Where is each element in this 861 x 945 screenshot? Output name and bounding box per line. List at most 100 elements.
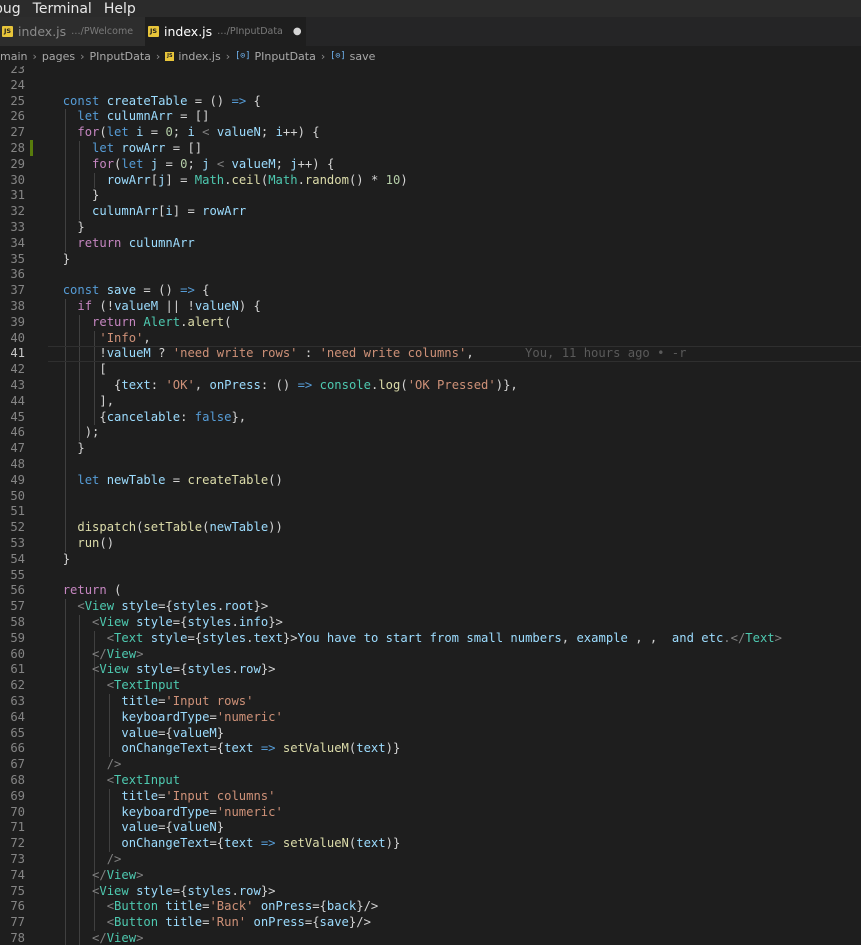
code-text: const createTable = () => { (62, 93, 261, 108)
line-number: 37 (10, 283, 25, 298)
unsaved-dot-icon[interactable]: ● (293, 26, 302, 37)
code-line-55[interactable]: 55 (0, 568, 861, 584)
code-line-76[interactable]: 76 <Button title='Back' onPress={back}/> (0, 899, 861, 915)
breadcrumb-pinputdata-folder[interactable]: PInputData (90, 50, 151, 63)
tab-index-pinputdata[interactable]: JS index.js …/PInputData ● (146, 17, 306, 46)
code-line-52[interactable]: 52 dispatch(setTable(newTable)) (0, 520, 861, 536)
code-line-70[interactable]: 70 keyboardType='numeric' (0, 805, 861, 821)
code-line-37[interactable]: 37 const save = () => { (0, 283, 861, 299)
line-number: 60 (10, 646, 25, 661)
code-text: </View> (92, 646, 144, 661)
code-line-41[interactable]: 41 !valueM ? 'need write rows' : 'need w… (0, 346, 861, 363)
line-number: 27 (10, 125, 25, 140)
code-text: 'Info', (99, 330, 151, 345)
tab-index-pwelcome[interactable]: JS index.js …/PWelcome (0, 17, 146, 46)
code-line-77[interactable]: 77 <Button title='Run' onPress={save}/> (0, 915, 861, 931)
code-text: } (92, 188, 100, 203)
code-line-39[interactable]: 39 return Alert.alert( (0, 315, 861, 331)
code-text: if (!valueM || !valueN) { (77, 299, 261, 313)
tab-path: …/PInputData (217, 26, 283, 37)
code-text: run() (77, 536, 115, 550)
line-number: 66 (10, 741, 25, 756)
code-line-27[interactable]: 27 for(let i = 0; i < valueN; i++) { (0, 125, 861, 141)
code-line-46[interactable]: 46 ); (0, 425, 861, 441)
code-line-64[interactable]: 64 keyboardType='numeric' (0, 710, 861, 726)
code-line-40[interactable]: 40 'Info', (0, 331, 861, 347)
code-line-74[interactable]: 74 </View> (0, 868, 861, 884)
code-line-63[interactable]: 63 title='Input rows' (0, 694, 861, 710)
code-text: ); (84, 425, 100, 440)
menu-debug[interactable]: bug (0, 1, 21, 17)
breadcrumb-symbol-save[interactable]: [⊙] save (330, 50, 375, 63)
line-number: 43 (10, 378, 25, 392)
code-line-71[interactable]: 71 value={valueN} (0, 820, 861, 836)
breadcrumb-main[interactable]: main (0, 50, 27, 63)
code-line-72[interactable]: 72 onChangeText={text => setValueN(text)… (0, 836, 861, 852)
code-line-29[interactable]: 29 for(let j = 0; j < valueM; j++) { (0, 157, 861, 173)
code-text: <View style={styles.row}> (92, 883, 276, 898)
code-line-53[interactable]: 53 run() (0, 536, 861, 552)
code-line-38[interactable]: 38 if (!valueM || !valueN) { (0, 299, 861, 315)
tab-path: …/PWelcome (71, 26, 134, 37)
code-line-57[interactable]: 57 <View style={styles.root}> (0, 599, 861, 615)
code-line-35[interactable]: 35 } (0, 252, 861, 268)
code-line-50[interactable]: 50 (0, 489, 861, 505)
code-line-30[interactable]: 30 rowArr[j] = Math.ceil(Math.random() *… (0, 173, 861, 189)
code-line-23[interactable]: 23 (0, 66, 861, 78)
breadcrumb-pages[interactable]: pages (42, 50, 75, 63)
line-number: 76 (10, 899, 25, 914)
code-line-66[interactable]: 66 onChangeText={text => setValueM(text)… (0, 741, 861, 757)
code-line-45[interactable]: 45 {cancelable: false}, (0, 410, 861, 426)
line-number: 35 (10, 251, 25, 266)
code-line-61[interactable]: 61 <View style={styles.row}> (0, 662, 861, 678)
code-line-73[interactable]: 73 /> (0, 852, 861, 868)
code-line-34[interactable]: 34 return culumnArr (0, 236, 861, 252)
menu-terminal[interactable]: Terminal (33, 1, 92, 17)
code-line-48[interactable]: 48 (0, 457, 861, 473)
tab-filename: index.js (164, 24, 213, 39)
code-line-65[interactable]: 65 value={valueM} (0, 726, 861, 742)
line-number: 31 (10, 188, 25, 203)
breadcrumb-file[interactable]: JS index.js (165, 50, 221, 63)
line-number: 45 (10, 409, 25, 424)
code-editor[interactable]: 23 24 25 const createTable = () => {26 let… (0, 66, 861, 945)
code-line-60[interactable]: 60 </View> (0, 647, 861, 663)
code-line-28[interactable]: 28 let rowArr = [] (0, 141, 861, 157)
menu-help[interactable]: Help (104, 1, 136, 17)
code-text: {cancelable: false}, (99, 409, 247, 424)
line-number: 75 (10, 883, 25, 898)
code-line-44[interactable]: 44 ], (0, 394, 861, 410)
code-line-75[interactable]: 75 <View style={styles.row}> (0, 884, 861, 900)
code-line-26[interactable]: 26 let culumnArr = [] (0, 109, 861, 125)
code-line-31[interactable]: 31 } (0, 188, 861, 204)
code-line-25[interactable]: 25 const createTable = () => { (0, 94, 861, 110)
code-line-49[interactable]: 49 let newTable = createTable() (0, 473, 861, 489)
line-number: 24 (10, 77, 25, 92)
code-text: culumnArr[i] = rowArr (92, 204, 247, 219)
code-line-62[interactable]: 62 <TextInput (0, 678, 861, 694)
code-line-68[interactable]: 68 <TextInput (0, 773, 861, 789)
code-text: for(let i = 0; i < valueN; i++) { (77, 125, 320, 140)
code-line-51[interactable]: 51 (0, 504, 861, 520)
code-line-33[interactable]: 33 } (0, 220, 861, 236)
line-number: 51 (10, 504, 25, 519)
code-line-24[interactable]: 24 (0, 78, 861, 94)
code-line-78[interactable]: 78 </View> (0, 931, 861, 945)
code-text: let culumnArr = [] (77, 109, 210, 124)
line-number: 55 (10, 567, 25, 582)
code-line-42[interactable]: 42 [ (0, 362, 861, 378)
line-number: 42 (10, 362, 25, 377)
code-text: let rowArr = [] (92, 141, 203, 155)
code-line-67[interactable]: 67 /> (0, 757, 861, 773)
code-line-32[interactable]: 32 culumnArr[i] = rowArr (0, 204, 861, 220)
code-line-54[interactable]: 54 } (0, 552, 861, 568)
code-line-69[interactable]: 69 title='Input columns' (0, 789, 861, 805)
code-line-59[interactable]: 59 <Text style={styles.text}>You have to… (0, 631, 861, 647)
code-line-43[interactable]: 43 {text: 'OK', onPress: () => console.l… (0, 378, 861, 394)
code-line-47[interactable]: 47 } (0, 441, 861, 457)
code-line-36[interactable]: 36 (0, 267, 861, 283)
code-text: <View style={styles.info}> (92, 615, 283, 629)
code-line-58[interactable]: 58 <View style={styles.info}> (0, 615, 861, 631)
code-line-56[interactable]: 56 return ( (0, 583, 861, 599)
breadcrumb-symbol-pinputdata[interactable]: [⊙] PInputData (235, 50, 316, 63)
